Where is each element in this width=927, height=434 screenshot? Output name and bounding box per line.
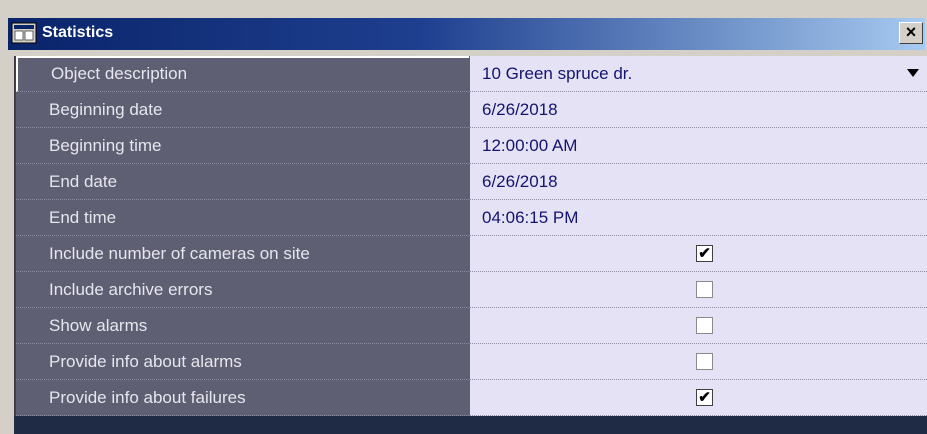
property-value-cell[interactable]: ✔	[469, 380, 927, 416]
checkbox-unchecked[interactable]	[696, 353, 713, 370]
property-value-text: 6/26/2018	[482, 100, 558, 119]
title-bar: Statistics ×	[8, 18, 925, 50]
close-button[interactable]: ×	[899, 22, 923, 44]
object-select[interactable]: 10 Green spruce dr.	[469, 56, 927, 92]
property-label: Include number of cameras on site	[16, 236, 469, 272]
property-value-cell[interactable]	[469, 344, 927, 380]
status-strip	[14, 416, 927, 434]
property-value-text: 04:06:15 PM	[482, 208, 579, 227]
property-label: Object description	[16, 56, 469, 92]
property-label: Beginning date	[16, 92, 469, 128]
property-row[interactable]: Include number of cameras on site ✔	[16, 236, 927, 272]
property-row[interactable]: End date 6/26/2018	[16, 164, 927, 200]
checkbox-unchecked[interactable]	[696, 317, 713, 334]
property-grid: Object description 10 Green spruce dr. Beg…	[14, 56, 927, 416]
property-label: Show alarms	[16, 308, 469, 344]
property-row[interactable]: Include archive errors	[16, 272, 927, 308]
property-label: Include archive errors	[16, 272, 469, 308]
checkbox-checked[interactable]: ✔	[696, 245, 713, 262]
property-value-text: 10 Green spruce dr.	[482, 64, 633, 83]
property-value[interactable]: 6/26/2018	[469, 164, 927, 200]
property-value[interactable]: 12:00:00 AM	[469, 128, 927, 164]
check-icon: ✔	[698, 389, 711, 406]
property-label: End time	[16, 200, 469, 236]
property-row[interactable]: Beginning date 6/26/2018	[16, 92, 927, 128]
chevron-down-icon[interactable]	[907, 69, 919, 77]
property-value-text: 6/26/2018	[482, 172, 558, 191]
property-label: Beginning time	[16, 128, 469, 164]
property-row[interactable]: Beginning time 12:00:00 AM	[16, 128, 927, 164]
check-icon: ✔	[698, 245, 711, 262]
property-label: Provide info about alarms	[16, 344, 469, 380]
property-value-text: 12:00:00 AM	[482, 136, 578, 155]
checkbox-checked[interactable]: ✔	[696, 389, 713, 406]
property-row[interactable]: Object description 10 Green spruce dr.	[16, 56, 927, 92]
statistics-window: Statistics × Object description 10 Green …	[5, 11, 927, 434]
property-value-cell[interactable]	[469, 272, 927, 308]
property-label: Provide info about failures	[16, 380, 469, 416]
property-label: End date	[16, 164, 469, 200]
property-row[interactable]: Provide info about alarms	[16, 344, 927, 380]
property-value[interactable]: 04:06:15 PM	[469, 200, 927, 236]
property-row[interactable]: Show alarms	[16, 308, 927, 344]
property-value[interactable]: 6/26/2018	[469, 92, 927, 128]
property-row[interactable]: Provide info about failures ✔	[16, 380, 927, 416]
property-value-cell[interactable]	[469, 308, 927, 344]
window-app-icon	[11, 22, 37, 44]
property-row[interactable]: End time 04:06:15 PM	[16, 200, 927, 236]
checkbox-unchecked[interactable]	[696, 281, 713, 298]
property-value-cell[interactable]: ✔	[469, 236, 927, 272]
window-title: Statistics	[42, 24, 114, 41]
